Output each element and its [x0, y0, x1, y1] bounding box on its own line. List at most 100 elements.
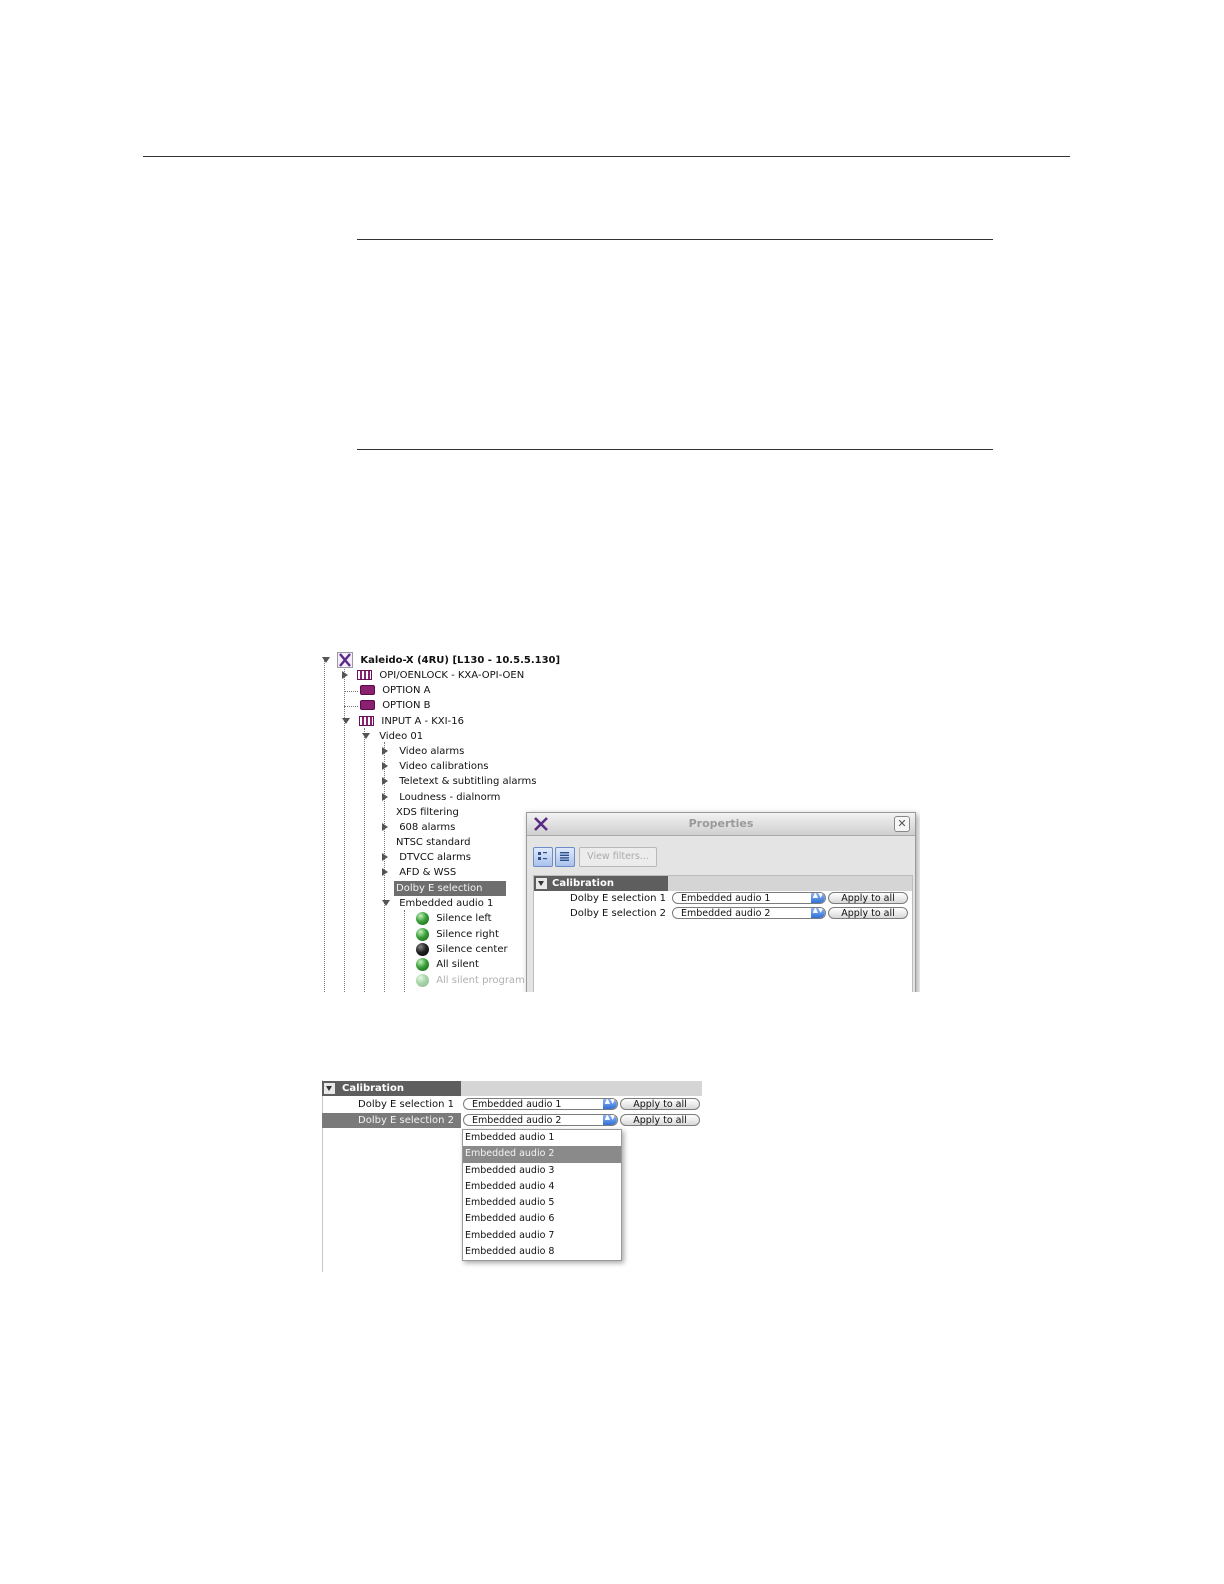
collapsed-triangle-icon[interactable] [382, 762, 388, 770]
led-green-icon [416, 957, 429, 971]
dropdown-option[interactable]: Embedded audio 8 [463, 1244, 621, 1260]
tree-item-xds-filtering[interactable]: XDS filtering [382, 805, 459, 820]
property-label: Dolby E selection 1 [358, 1099, 455, 1110]
tree-item-label: DTVCC alarms [399, 852, 471, 863]
tree-item-ntsc-standard[interactable]: NTSC standard [382, 835, 470, 850]
dolby-e-selection-2-combo[interactable]: Embedded audio 2 ▲▼ [672, 907, 826, 919]
disclosure-triangle-icon[interactable] [536, 878, 547, 889]
view-filters-button[interactable]: View filters... [579, 847, 657, 867]
properties-titlebar[interactable]: Properties ✕ [527, 813, 915, 836]
tree-view-icon [538, 852, 547, 860]
tree-guide [364, 728, 365, 992]
dolby-e-selection-1-combo[interactable]: Embedded audio 1 ▲▼ [463, 1098, 618, 1110]
calibration-group-header[interactable]: Calibration [322, 1081, 702, 1096]
note-bottom-rule [357, 449, 993, 450]
tree-item-silence-left[interactable]: Silence left [416, 911, 492, 926]
calibration-header-fill [668, 876, 912, 891]
tree-guide [344, 691, 358, 692]
collapsed-triangle-icon[interactable] [382, 868, 388, 876]
tree-item-label: Teletext & subtitling alarms [399, 776, 537, 787]
properties-title: Properties [688, 817, 754, 830]
tree-item-label: Silence left [436, 913, 492, 924]
tree-item-all-silent[interactable]: All silent [416, 957, 479, 972]
tree-item-teletext[interactable]: Teletext & subtitling alarms [382, 774, 536, 789]
tree-item-option-b[interactable]: OPTION B [360, 698, 431, 713]
tree-item-label: XDS filtering [396, 807, 459, 818]
expanded-triangle-icon[interactable] [362, 733, 370, 739]
tree-item-label: Silence right [436, 929, 499, 940]
combo-value: Embedded audio 2 [681, 908, 771, 919]
dropdown-option[interactable]: Embedded audio 7 [463, 1228, 621, 1244]
tree-view-button[interactable] [533, 847, 553, 867]
apply-to-all-button[interactable]: Apply to all [620, 1114, 700, 1126]
tree-item-all-silent-program-2[interactable]: All silent program 2 [416, 973, 534, 988]
calibration-group-header[interactable]: Calibration [534, 876, 912, 891]
apply-to-all-button[interactable]: Apply to all [620, 1098, 700, 1110]
tree-item-input-a[interactable]: INPUT A - KXI-16 [342, 714, 464, 729]
dropdown-option[interactable]: Embedded audio 4 [463, 1179, 621, 1195]
tree-item-video-calibrations[interactable]: Video calibrations [382, 759, 489, 774]
disclosure-triangle-icon[interactable] [324, 1083, 335, 1094]
dolby-e-selection-2-combo[interactable]: Embedded audio 2 ▲▼ [463, 1114, 618, 1126]
tree-item-608-alarms[interactable]: 608 alarms [382, 820, 455, 835]
tree-item-loudness[interactable]: Loudness - dialnorm [382, 790, 500, 805]
combo-arrow-icon: ▲▼ [811, 908, 825, 918]
collapsed-triangle-icon[interactable] [382, 747, 388, 755]
kaleido-x-logo-icon [337, 652, 354, 668]
dropdown-option[interactable]: Embedded audio 3 [463, 1163, 621, 1179]
combo-value: Embedded audio 1 [681, 893, 771, 904]
tree-item-video-alarms[interactable]: Video alarms [382, 744, 464, 759]
tree-item-video-01[interactable]: Video 01 [362, 729, 423, 744]
led-green-icon [416, 911, 429, 925]
tree-item-silence-center[interactable]: Silence center [416, 942, 508, 957]
tree-item-label: All silent program 2 [436, 975, 535, 986]
expanded-triangle-icon[interactable] [342, 718, 350, 724]
combo-value: Embedded audio 2 [472, 1115, 562, 1126]
apply-to-all-button[interactable]: Apply to all [828, 907, 908, 919]
tree-item-label: Loudness - dialnorm [399, 792, 501, 803]
tree-item-dolby-e-selection[interactable]: Dolby E selection [382, 881, 506, 896]
combo-arrow-icon: ▲▼ [811, 893, 825, 903]
tree-item-option-a[interactable]: OPTION A [360, 683, 431, 698]
tree-item-embedded-audio-1[interactable]: Embedded audio 1 [382, 896, 493, 911]
close-button[interactable]: ✕ [894, 816, 910, 832]
calibration-group-label: Calibration [342, 1083, 404, 1094]
expanded-triangle-icon[interactable] [382, 900, 390, 906]
tree-item-label: Video 01 [379, 731, 424, 742]
tree-guide [344, 706, 358, 707]
card-icon [360, 685, 375, 695]
tree-guide [404, 910, 405, 992]
expanded-triangle-icon[interactable] [322, 657, 330, 663]
tree-item-label: NTSC standard [396, 837, 471, 848]
tree-item-label: Silence center [436, 944, 508, 955]
tree-item-dtvcc-alarms[interactable]: DTVCC alarms [382, 850, 471, 865]
tree-item-silence-right[interactable]: Silence right [416, 927, 499, 942]
apply-to-all-button[interactable]: Apply to all [828, 892, 908, 904]
tree-properties-screenshot: Kaleido-X (4RU) [L130 - 10.5.5.130] OPI/… [318, 648, 920, 992]
collapsed-triangle-icon[interactable] [382, 853, 388, 861]
tree-item-label: All silent [436, 959, 479, 970]
dolby-e-selection-1-combo[interactable]: Embedded audio 1 ▲▼ [672, 892, 826, 904]
tree-item-label: AFD & WSS [399, 867, 457, 878]
dropdown-option[interactable]: Embedded audio 1 [463, 1130, 621, 1146]
collapsed-triangle-icon[interactable] [382, 793, 388, 801]
tree-item-label-selected: Dolby E selection [394, 881, 506, 896]
card-icon [360, 700, 375, 710]
collapsed-triangle-icon[interactable] [382, 777, 388, 785]
tree-root[interactable]: Kaleido-X (4RU) [L130 - 10.5.5.130] [322, 652, 560, 668]
card-icon [359, 716, 375, 726]
combo-value: Embedded audio 1 [472, 1099, 562, 1110]
list-view-button[interactable] [555, 847, 575, 867]
dropdown-option-highlighted[interactable]: Embedded audio 2 [463, 1146, 621, 1163]
tree-item-opi-genlock[interactable]: OPI/OENLOCK - KXA-OPI-OEN [342, 668, 524, 683]
dropdown-option[interactable]: Embedded audio 6 [463, 1211, 621, 1227]
collapsed-triangle-icon[interactable] [342, 671, 348, 679]
tree-item-label: OPTION B [382, 700, 431, 711]
property-grid: Calibration Dolby E selection 1 Embedded… [533, 875, 913, 992]
led-black-icon [416, 942, 429, 956]
note-top-rule [357, 239, 993, 240]
tree-item-afd-wss[interactable]: AFD & WSS [382, 865, 456, 880]
property-row-dolby-e-1: Dolby E selection 1 Embedded audio 1 ▲▼ … [322, 1097, 702, 1112]
collapsed-triangle-icon[interactable] [382, 823, 388, 831]
dropdown-option[interactable]: Embedded audio 5 [463, 1195, 621, 1211]
